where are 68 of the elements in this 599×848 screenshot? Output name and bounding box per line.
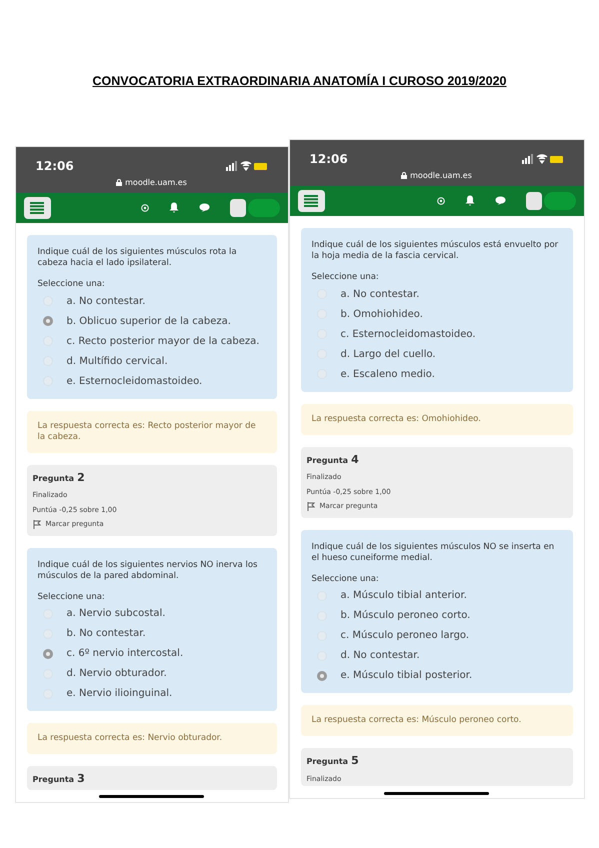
correct-answer-text: La respuesta correcta es: Nervio obturador. <box>38 733 224 744</box>
question-text: Indique cuál de los siguientes músculos rota la cabeza hacia el lado ipsilateral. <box>38 246 238 269</box>
answer-option[interactable]: d. No contestar. <box>340 648 420 664</box>
bell-icon[interactable] <box>464 195 474 206</box>
answer-option[interactable]: e. Escaleno medio. <box>340 366 435 382</box>
radio-button[interactable] <box>42 316 52 326</box>
answer-option[interactable]: a. Músculo tibial anterior. <box>340 588 467 604</box>
question-number: 4 <box>351 452 359 468</box>
answer-option[interactable]: c. Músculo peroneo largo. <box>340 628 470 644</box>
select-label: Seleccione una: <box>38 278 106 290</box>
question-number: 5 <box>351 753 359 770</box>
info-icon[interactable] <box>436 196 444 205</box>
url-text: moodle.uam.es <box>410 170 472 182</box>
document-title: CONVOCATORIA EXTRAORDINARIA ANATOMÍA I CUROSO 2019/2020 <box>92 72 506 90</box>
chat-icon[interactable] <box>198 203 210 212</box>
answer-option[interactable]: e. Nervio ilioinguinal. <box>66 686 172 702</box>
answer-option[interactable]: a. Nervio subcostal. <box>66 606 166 622</box>
question-label: Pregunta <box>32 774 74 786</box>
info-icon[interactable] <box>140 204 148 212</box>
question-text: Indique cuál de los siguientes músculos está envuelto por la hoja media de la fascia cervical. <box>312 240 560 262</box>
lock-icon <box>116 179 122 186</box>
question-text: Indique cuál de los siguientes nervios NO inerva los músculos de la pared abdominal. <box>38 560 258 582</box>
menu-button[interactable] <box>24 196 50 219</box>
correct-answer-text: La respuesta correcta es: Recto posterior mayor de la cabeza. <box>38 420 257 442</box>
answer-option[interactable]: a. No contestar. <box>340 286 420 302</box>
question-number: 3 <box>77 771 85 788</box>
answer-option[interactable]: d. Nervio obturador. <box>66 666 167 682</box>
answer-option[interactable]: e. Esternocleidomastoideo. <box>66 374 202 388</box>
question-label: Pregunta <box>306 454 348 466</box>
answer-option[interactable]: a. No contestar. <box>66 294 146 308</box>
menu-icon <box>304 194 318 207</box>
flag-icon[interactable] <box>306 502 314 511</box>
answer-option[interactable]: c. Esternocleidomastoideo. <box>340 326 476 342</box>
menu-icon <box>30 202 44 214</box>
select-label: Seleccione una: <box>38 590 106 604</box>
answer-option[interactable]: d. Multífido cervical. <box>66 354 168 368</box>
radio-button[interactable] <box>316 670 326 681</box>
question-text: Indique cuál de los siguientes músculos NO se inserta en el hueso cuneiforme medial. <box>312 542 556 564</box>
avatar-icon[interactable] <box>230 198 246 217</box>
answer-option[interactable]: e. Músculo tibial posterior. <box>340 668 472 684</box>
chat-icon[interactable] <box>494 196 506 206</box>
radio-button[interactable] <box>42 648 52 659</box>
answer-option[interactable]: d. Largo del cuello. <box>340 346 436 362</box>
answer-option[interactable]: b. Oblicuo superior de la cabeza. <box>66 314 231 328</box>
answer-option[interactable]: b. No contestar. <box>66 626 146 642</box>
redaction-mark <box>544 192 576 210</box>
flag-icon[interactable] <box>32 520 40 529</box>
lock-icon <box>401 172 408 180</box>
status-icons <box>226 160 268 171</box>
redaction-mark <box>248 198 280 217</box>
answer-option[interactable]: b. Omohiohideo. <box>340 306 423 322</box>
url-text: moodle.uam.es <box>125 176 187 189</box>
bell-icon[interactable] <box>168 202 178 214</box>
answer-option[interactable]: c. 6º nervio intercostal. <box>66 646 184 662</box>
question-label: Pregunta <box>32 472 74 484</box>
clock-time: 12:06 <box>36 158 74 175</box>
correct-answer-text: La respuesta correcta es: Omohiohideo. <box>312 414 482 424</box>
select-label: Seleccione una: <box>312 270 380 284</box>
correct-answer-text: La respuesta correcta es: Músculo peroneo corto. <box>312 715 522 726</box>
avatar-icon[interactable] <box>526 192 542 210</box>
answer-option[interactable]: c. Recto posterior mayor de la cabeza. <box>66 334 260 348</box>
menu-button[interactable] <box>298 190 324 212</box>
question-label: Pregunta <box>306 756 348 768</box>
select-label: Seleccione una: <box>312 572 380 586</box>
clock-time: 12:06 <box>310 150 348 168</box>
question-number: 2 <box>77 470 85 486</box>
status-icons <box>522 154 564 164</box>
answer-option[interactable]: b. Músculo peroneo corto. <box>340 608 470 624</box>
